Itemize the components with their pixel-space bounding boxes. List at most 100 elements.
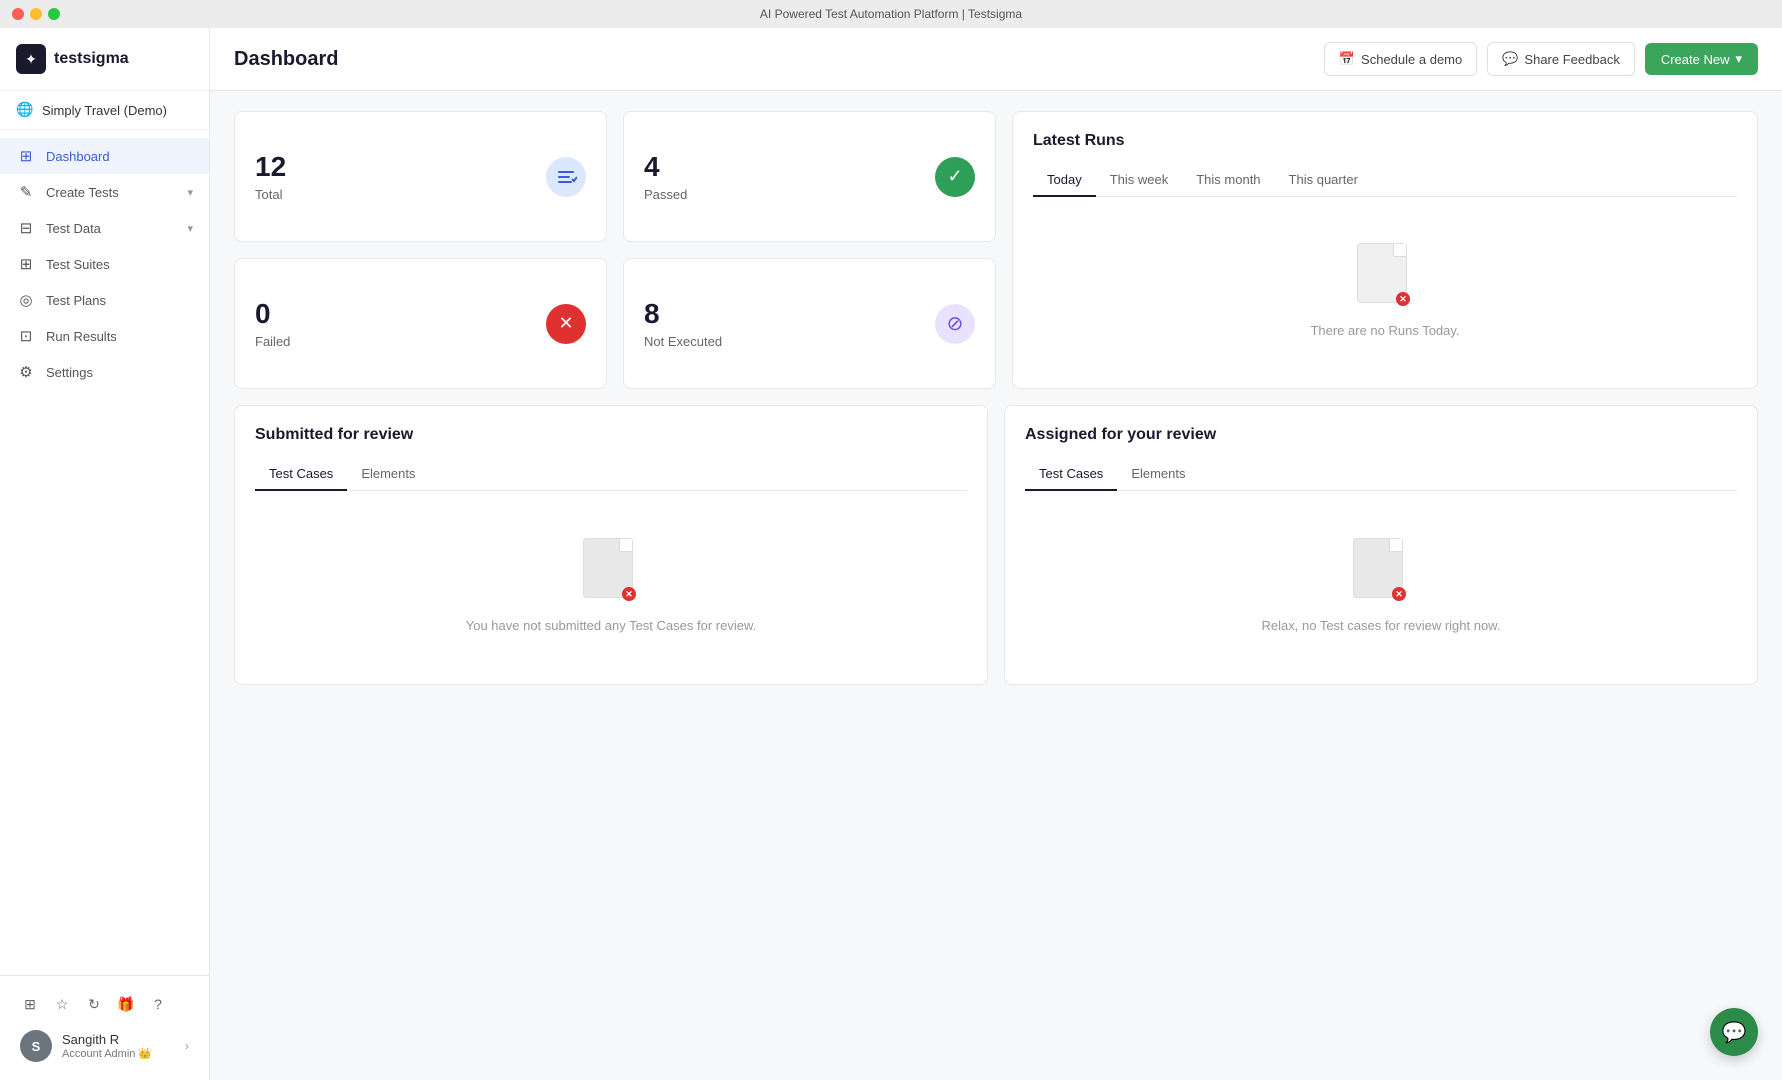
calendar-icon: 📅 — [1339, 51, 1355, 67]
create-new-button[interactable]: Create New ▾ — [1645, 43, 1758, 75]
submitted-tab-test-cases[interactable]: Test Cases — [255, 458, 347, 491]
sidebar-item-settings[interactable]: ⚙ Settings — [0, 354, 209, 390]
tab-today[interactable]: Today — [1033, 164, 1096, 197]
nav-label-test-data: Test Data — [46, 221, 177, 236]
close-button[interactable] — [12, 8, 24, 20]
latest-runs-card: Latest Runs Today This week This month T… — [1012, 111, 1758, 389]
schedule-demo-button[interactable]: 📅 Schedule a demo — [1324, 42, 1477, 76]
sidebar-nav: ⊞ Dashboard ✎ Create Tests ▾ ⊟ Test Data… — [0, 130, 209, 975]
refresh-icon[interactable]: ↻ — [80, 990, 108, 1018]
stats-subgrid: 12 Total — [234, 111, 996, 389]
project-icon: 🌐 — [16, 101, 34, 119]
tab-this-quarter[interactable]: This quarter — [1275, 164, 1372, 197]
not-executed-count: 8 — [644, 298, 722, 330]
traffic-lights — [12, 8, 60, 20]
nav-label-run-results: Run Results — [46, 329, 193, 344]
nav-label-test-suites: Test Suites — [46, 257, 193, 272]
maximize-button[interactable] — [48, 8, 60, 20]
nav-label-create-tests: Create Tests — [46, 185, 177, 200]
create-tests-icon: ✎ — [16, 183, 36, 201]
failed-count: 0 — [255, 298, 290, 330]
bookmark-icon[interactable]: ☆ — [48, 990, 76, 1018]
logo-text: testsigma — [54, 50, 129, 68]
dashboard-icon: ⊞ — [16, 147, 36, 165]
assigned-tab-test-cases[interactable]: Test Cases — [1025, 458, 1117, 491]
review-row: Submitted for review Test Cases Elements… — [234, 405, 1758, 685]
sidebar-item-run-results[interactable]: ⊡ Run Results — [0, 318, 209, 354]
failed-icon: ✕ — [546, 304, 586, 344]
not-executed-label: Not Executed — [644, 334, 722, 349]
submitted-tab-elements[interactable]: Elements — [347, 458, 429, 491]
assigned-empty-message: Relax, no Test cases for review right no… — [1262, 618, 1501, 633]
tab-this-month[interactable]: This month — [1182, 164, 1274, 197]
chevron-down-icon-2: ▾ — [187, 222, 193, 235]
user-role: Account Admin 👑 — [62, 1047, 175, 1060]
user-chevron-icon: › — [185, 1039, 189, 1053]
test-data-icon: ⊟ — [16, 219, 36, 237]
assigned-tab-elements[interactable]: Elements — [1117, 458, 1199, 491]
chevron-down-icon: ▾ — [187, 186, 193, 199]
total-count: 12 — [255, 151, 286, 183]
help-icon[interactable]: ? — [144, 990, 172, 1018]
project-name: Simply Travel (Demo) — [42, 103, 193, 118]
minimize-button[interactable] — [30, 8, 42, 20]
assigned-review-title: Assigned for your review — [1025, 426, 1737, 444]
stat-card-not-executed: 8 Not Executed ⊘ — [623, 258, 996, 389]
submitted-review-empty: ✕ You have not submitted any Test Cases … — [255, 507, 967, 664]
submitted-review-tabs: Test Cases Elements — [255, 458, 967, 491]
header-actions: 📅 Schedule a demo 💬 Share Feedback Creat… — [1324, 42, 1758, 76]
logo-icon: ✦ — [16, 44, 46, 74]
total-icon — [546, 157, 586, 197]
share-icon[interactable]: ⊞ — [16, 990, 44, 1018]
feedback-icon: 💬 — [1502, 51, 1518, 67]
bottom-icons-row: ⊞ ☆ ↻ 🎁 ? — [8, 986, 201, 1022]
dropdown-arrow-icon: ▾ — [1735, 51, 1742, 67]
avatar: S — [20, 1030, 52, 1062]
stats-row: 12 Total — [234, 111, 1758, 389]
empty-assigned-icon: ✕ — [1353, 538, 1409, 606]
sidebar-item-dashboard[interactable]: ⊞ Dashboard — [0, 138, 209, 174]
total-label: Total — [255, 187, 286, 202]
sidebar-item-create-tests[interactable]: ✎ Create Tests ▾ — [0, 174, 209, 210]
nav-label-settings: Settings — [46, 365, 193, 380]
page-header: Dashboard 📅 Schedule a demo 💬 Share Feed… — [210, 28, 1782, 91]
nav-label-dashboard: Dashboard — [46, 149, 193, 164]
stat-card-total: 12 Total — [234, 111, 607, 242]
titlebar: AI Powered Test Automation Platform | Te… — [0, 0, 1782, 28]
stat-card-passed: 4 Passed ✓ — [623, 111, 996, 242]
main-content: Dashboard 📅 Schedule a demo 💬 Share Feed… — [210, 28, 1782, 1080]
sidebar-logo: ✦ testsigma — [0, 28, 209, 91]
assigned-review-empty: ✕ Relax, no Test cases for review right … — [1025, 507, 1737, 664]
sidebar-item-test-data[interactable]: ⊟ Test Data ▾ — [0, 210, 209, 246]
gift-icon[interactable]: 🎁 — [112, 990, 140, 1018]
passed-icon: ✓ — [935, 157, 975, 197]
empty-submitted-icon: ✕ — [583, 538, 639, 606]
project-selector[interactable]: 🌐 Simply Travel (Demo) — [0, 91, 209, 130]
latest-runs-title: Latest Runs — [1033, 132, 1737, 150]
settings-icon: ⚙ — [16, 363, 36, 381]
page-title: Dashboard — [234, 48, 1324, 71]
assigned-review-card: Assigned for your review Test Cases Elem… — [1004, 405, 1758, 685]
window-title: AI Powered Test Automation Platform | Te… — [760, 7, 1022, 21]
passed-label: Passed — [644, 187, 687, 202]
chat-fab-button[interactable]: 💬 — [1710, 1008, 1758, 1056]
user-profile[interactable]: S Sangith R Account Admin 👑 › — [8, 1022, 201, 1070]
failed-label: Failed — [255, 334, 290, 349]
sidebar-bottom: ⊞ ☆ ↻ 🎁 ? S Sangith R Account Admin 👑 › — [0, 975, 209, 1080]
assigned-review-tabs: Test Cases Elements — [1025, 458, 1737, 491]
sidebar: ✦ testsigma 🌐 Simply Travel (Demo) ⊞ Das… — [0, 28, 210, 1080]
submitted-empty-message: You have not submitted any Test Cases fo… — [466, 618, 757, 633]
not-executed-icon: ⊘ — [935, 304, 975, 344]
run-results-icon: ⊡ — [16, 327, 36, 345]
nav-label-test-plans: Test Plans — [46, 293, 193, 308]
sidebar-item-test-plans[interactable]: ◎ Test Plans — [0, 282, 209, 318]
stat-card-failed: 0 Failed ✕ — [234, 258, 607, 389]
test-plans-icon: ◎ — [16, 291, 36, 309]
passed-count: 4 — [644, 151, 687, 183]
submitted-review-card: Submitted for review Test Cases Elements… — [234, 405, 988, 685]
user-name: Sangith R — [62, 1032, 175, 1047]
sidebar-item-test-suites[interactable]: ⊞ Test Suites — [0, 246, 209, 282]
tab-this-week[interactable]: This week — [1096, 164, 1183, 197]
chat-icon: 💬 — [1722, 1020, 1747, 1045]
share-feedback-button[interactable]: 💬 Share Feedback — [1487, 42, 1635, 76]
